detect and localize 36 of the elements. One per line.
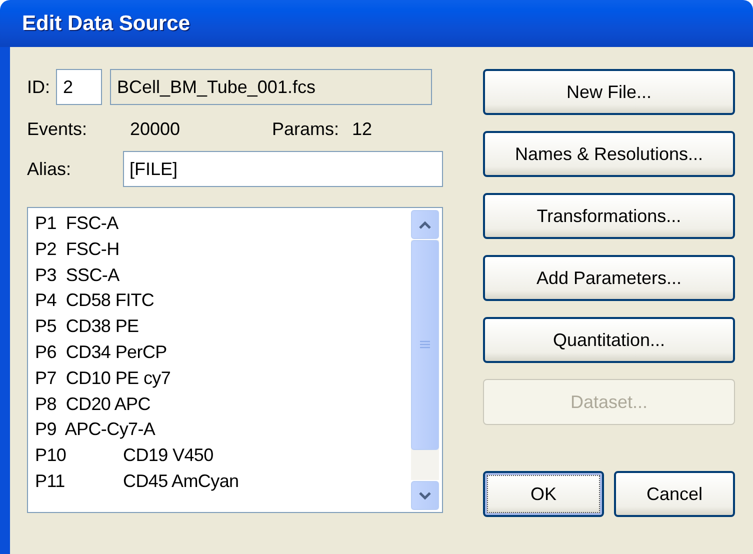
window-title: Edit Data Source (22, 12, 190, 36)
scroll-thumb[interactable] (411, 240, 439, 450)
parameter-item[interactable]: P8 CD20 APC (35, 392, 411, 418)
id-field[interactable]: 2 (56, 69, 102, 105)
parameter-item[interactable]: P2 FSC-H (35, 236, 411, 263)
dialog-button[interactable]: Transformations... (483, 193, 735, 239)
alias-field[interactable]: [FILE] (122, 151, 443, 187)
params-value: 12 (352, 118, 372, 140)
parameter-item[interactable]: P10 CD19 V450 (35, 443, 411, 469)
dialog-button[interactable]: Names & Resolutions... (483, 131, 735, 177)
parameter-item[interactable]: P6 CD34 PerCP (35, 340, 411, 366)
events-label: Events: (27, 118, 88, 140)
caret-up-icon (419, 220, 431, 228)
caret-down-icon (419, 492, 431, 500)
scrollbar[interactable] (411, 208, 442, 512)
params-label: Params: (272, 118, 340, 140)
parameter-item[interactable]: P11 CD45 AmCyan (35, 468, 411, 495)
parameter-list[interactable]: P1 FSC-A P2 FSC-H P3 SSC-A P4 CD58 FITC P5 CD38 PE P6 CD34 PerCP P7 CD10 PE cy7 P8 CD20 APC P9 APC-Cy7-A P10 CD19 V450 P11 CD45 AmCyan (27, 207, 443, 513)
events-value: 20000 (130, 118, 182, 140)
cancel-button[interactable]: Cancel (614, 471, 735, 517)
dialog-button[interactable]: Add Parameters... (483, 255, 735, 301)
parameter-item[interactable]: P7 CD10 PE cy7 (35, 366, 411, 392)
parameter-item[interactable]: P4 CD58 FITC (35, 288, 411, 314)
grip-icon (420, 340, 430, 350)
id-label: ID: (27, 76, 50, 98)
scroll-down-button[interactable] (411, 481, 439, 510)
parameter-item[interactable]: P5 CD38 PE (35, 314, 411, 340)
dialog-button[interactable]: Quantitation... (483, 317, 735, 363)
alias-label: Alias: (27, 158, 72, 180)
file-name-field[interactable]: BCell_BM_Tube_001.fcs (110, 69, 432, 105)
parameter-item[interactable]: P1 FSC-A (35, 211, 411, 237)
parameter-item[interactable]: P9 APC-Cy7-A (35, 417, 411, 444)
ok-button[interactable]: OK (483, 471, 604, 517)
scroll-up-button[interactable] (411, 210, 439, 239)
parameter-item[interactable]: P3 SSC-A (35, 262, 411, 288)
dialog-button[interactable]: New File... (483, 69, 735, 115)
